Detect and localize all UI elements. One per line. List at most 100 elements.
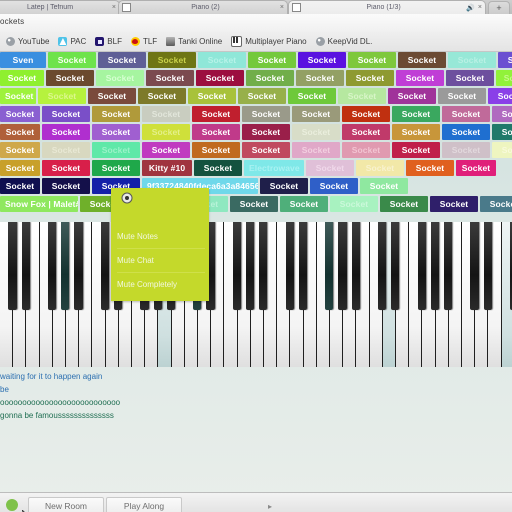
participant-name-tag[interactable]: Socket: [192, 142, 240, 158]
piano-black-key[interactable]: [259, 222, 268, 310]
piano-black-key[interactable]: [232, 222, 242, 310]
participant-name-tag[interactable]: Socket: [292, 142, 340, 158]
participant-name-tag[interactable]: Socket: [406, 160, 454, 176]
participant-name-tag[interactable]: Socket: [306, 160, 354, 176]
participant-name-tag[interactable]: Socket: [42, 106, 90, 122]
participant-name-tag[interactable]: Socket: [192, 106, 240, 122]
participant-name-tag[interactable]: Socket: [456, 160, 496, 176]
participant-name-tag[interactable]: Socket: [238, 88, 286, 104]
browser-tab-2[interactable]: Piano (1/3) 🔊 ×: [288, 0, 486, 14]
participant-name-tag[interactable]: Socket: [92, 106, 140, 122]
participant-name-tag[interactable]: Socket: [280, 196, 328, 212]
participant-name-tag[interactable]: Socket: [288, 88, 336, 104]
participant-name-tag[interactable]: Socket: [98, 52, 146, 68]
bookmark-tlf[interactable]: TLF: [130, 37, 157, 46]
participant-name-tag[interactable]: Socket: [392, 124, 440, 140]
piano-black-key[interactable]: [325, 222, 334, 310]
participant-name-tag[interactable]: Socket: [38, 88, 86, 104]
participant-name-tag[interactable]: Socket: [398, 52, 446, 68]
piano-black-key[interactable]: [444, 222, 453, 310]
participant-name-tag[interactable]: Socket: [396, 70, 444, 86]
participant-name-tag[interactable]: Socket: [292, 106, 340, 122]
participant-name-tag[interactable]: Socket: [242, 124, 290, 140]
participant-name-tag[interactable]: Socket: [338, 88, 386, 104]
participant-name-tag[interactable]: Socket: [230, 196, 278, 212]
participant-name-tag[interactable]: Socket: [0, 178, 40, 194]
participant-name-tag[interactable]: Socket: [248, 52, 296, 68]
participant-name-tag[interactable]: Socket: [348, 52, 396, 68]
participant-name-tag[interactable]: Socket: [430, 196, 478, 212]
piano-black-key[interactable]: [351, 222, 360, 310]
close-icon[interactable]: ×: [280, 4, 284, 11]
piano-black-key[interactable]: [417, 222, 426, 310]
participant-name-tag[interactable]: Socket: [296, 70, 344, 86]
piano-black-key[interactable]: [298, 222, 308, 310]
participant-name-tag[interactable]: Socket: [198, 52, 246, 68]
participant-name-tag[interactable]: Socket: [292, 124, 340, 140]
participant-name-tag[interactable]: Socket: [92, 124, 140, 140]
bookmark-pac[interactable]: PAC: [58, 37, 86, 46]
participant-name-tag[interactable]: Socket: [194, 160, 242, 176]
participant-name-tag[interactable]: Socket: [360, 178, 408, 194]
piano-black-key[interactable]: [391, 222, 400, 310]
piano-black-key[interactable]: [100, 222, 110, 310]
bookmark-blf[interactable]: BLF: [95, 37, 122, 46]
participant-name-tag[interactable]: Socket: [492, 106, 512, 122]
close-icon[interactable]: ×: [112, 4, 116, 11]
piano-black-key[interactable]: [48, 222, 57, 310]
participant-name-tag[interactable]: Socket: [446, 70, 494, 86]
participant-name-tag[interactable]: Socket: [142, 106, 190, 122]
participant-name-tag[interactable]: Socket: [392, 142, 440, 158]
participant-name-tag[interactable]: Socket: [0, 88, 36, 104]
participant-name-tag[interactable]: Socket: [138, 88, 186, 104]
participant-name-tag[interactable]: Socket: [96, 70, 144, 86]
participant-name-tag[interactable]: Socket: [330, 196, 378, 212]
participant-name-tag[interactable]: Socket: [498, 52, 512, 68]
participant-name-tag[interactable]: Socket: [196, 70, 244, 86]
bookmark-tanki-online[interactable]: Tanki Online: [166, 37, 222, 46]
participant-name-tag[interactable]: Socket: [0, 142, 40, 158]
context-menu-item-mute-notes[interactable]: Mute Notes: [117, 226, 205, 249]
participant-name-tag[interactable]: Socket: [356, 160, 404, 176]
chevron-right-icon[interactable]: ▸: [268, 502, 272, 511]
participant-name-tag[interactable]: Socket: [438, 88, 486, 104]
bookmark-youtube[interactable]: YouTube: [6, 37, 49, 46]
participant-name-tag[interactable]: Socket: [310, 178, 358, 194]
piano-black-key[interactable]: [430, 222, 440, 310]
participant-name-tag[interactable]: Socket: [42, 142, 90, 158]
participant-name-tag[interactable]: Socket: [242, 106, 290, 122]
participant-name-tag[interactable]: Socket: [260, 178, 308, 194]
piano-black-key[interactable]: [246, 222, 255, 310]
participant-name-tag[interactable]: Socket: [492, 124, 512, 140]
participant-name-tag[interactable]: Electrowave: [244, 160, 304, 176]
participant-name-tag[interactable]: Socket: [0, 124, 40, 140]
participant-name-tag[interactable]: Socket: [448, 52, 496, 68]
participant-name-tag[interactable]: Socket: [46, 70, 94, 86]
context-menu-item-mute-chat[interactable]: Mute Chat: [117, 250, 205, 273]
new-tab-button[interactable]: +: [488, 1, 510, 15]
participant-name-tag[interactable]: Socket: [442, 142, 490, 158]
participant-name-tag[interactable]: Snow Fox | Malet#: [0, 196, 78, 212]
tab-audio-icon[interactable]: 🔊: [466, 4, 475, 12]
participant-name-tag[interactable]: Socket: [488, 88, 512, 104]
participant-name-tag[interactable]: Socket: [92, 160, 140, 176]
piano-black-key[interactable]: [470, 222, 479, 310]
browser-tab-0[interactable]: × Latep | Tefnum ×: [0, 0, 120, 14]
play-along-button[interactable]: Play Along: [106, 497, 182, 512]
bookmark-keepvid[interactable]: KeepVid DL.: [315, 37, 372, 46]
new-room-button[interactable]: New Room: [28, 497, 104, 512]
participant-name-tag[interactable]: Socket: [142, 124, 190, 140]
participant-name-tag[interactable]: Socket: [42, 124, 90, 140]
participant-name-tag[interactable]: Sven: [0, 52, 46, 68]
participant-name-tag[interactable]: Socket: [392, 106, 440, 122]
participant-name-tag[interactable]: Socket: [48, 52, 96, 68]
mute-context-menu[interactable]: Mute Notes Mute Chat Mute Completely: [111, 188, 209, 301]
participant-name-tag[interactable]: Socket: [342, 124, 390, 140]
participant-name-tag[interactable]: Kitty #10: [142, 160, 192, 176]
participant-name-tag[interactable]: Socket: [0, 160, 40, 176]
piano-black-key[interactable]: [8, 222, 17, 310]
participant-name-tag[interactable]: Socket: [42, 178, 90, 194]
participant-name-tag[interactable]: Socket: [442, 124, 490, 140]
participant-name-tag[interactable]: Socket: [346, 70, 394, 86]
piano-black-key[interactable]: [74, 222, 83, 310]
